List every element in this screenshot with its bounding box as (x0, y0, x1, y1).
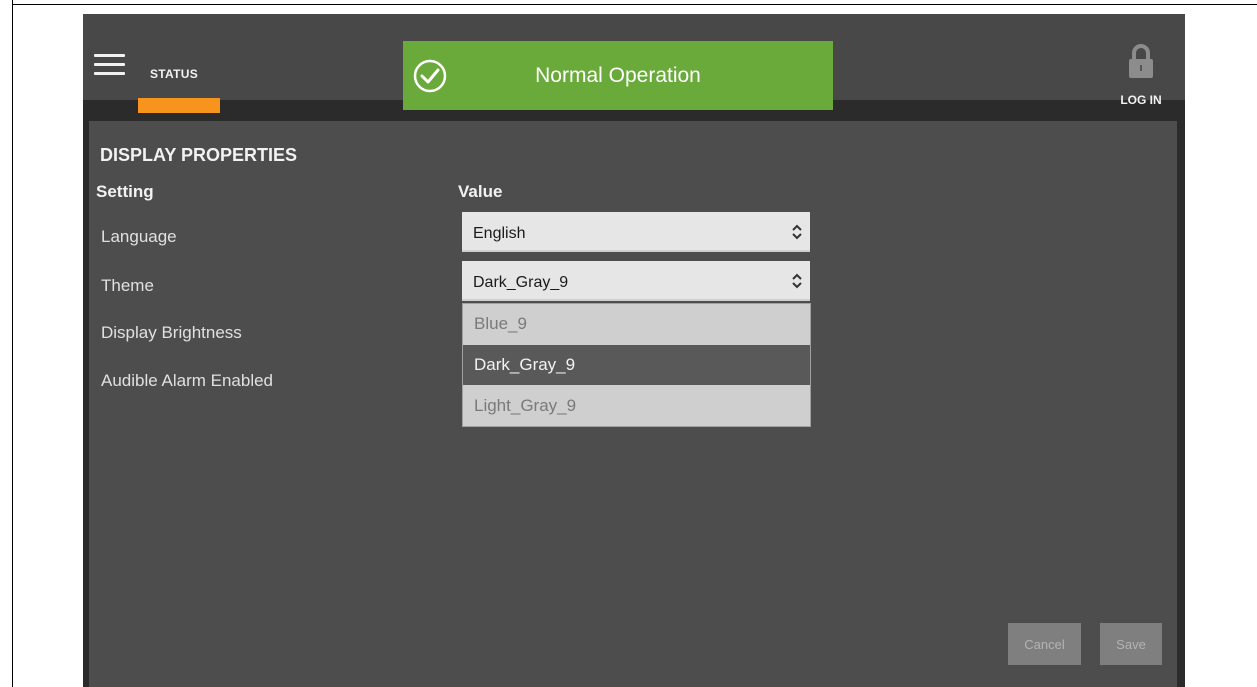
theme-option-light-gray[interactable]: Light_Gray_9 (463, 386, 810, 426)
theme-option-blue[interactable]: Blue_9 (463, 304, 810, 344)
page-title: DISPLAY PROPERTIES (100, 145, 298, 165)
language-select-value: English (473, 225, 526, 242)
frame-top-border (12, 4, 1257, 5)
theme-option-dark-gray[interactable]: Dark_Gray_9 (463, 345, 810, 385)
value-column-header: Value (458, 182, 503, 201)
audible-alarm-label: Audible Alarm Enabled (101, 371, 274, 390)
display-properties-panel: DISPLAY PROPERTIES Setting Value Languag… (89, 121, 1177, 687)
menu-icon[interactable] (94, 54, 125, 76)
cancel-button[interactable]: Cancel (1008, 623, 1081, 665)
select-arrows-icon (792, 224, 802, 240)
login-button[interactable]: LOG IN (1113, 38, 1169, 108)
lock-icon (1129, 44, 1153, 78)
display-brightness-label: Display Brightness (101, 323, 242, 342)
theme-select[interactable]: Dark_Gray_9 (462, 261, 810, 301)
login-label: LOG IN (1120, 93, 1162, 107)
frame-left-border (12, 0, 13, 687)
banner-text: Normal Operation (535, 63, 701, 87)
language-select[interactable]: English (462, 212, 810, 252)
theme-dropdown-list: Blue_9 Dark_Gray_9 Light_Gray_9 (462, 303, 811, 427)
theme-select-value: Dark_Gray_9 (473, 274, 569, 291)
theme-label: Theme (101, 276, 154, 295)
active-tab-indicator (138, 98, 220, 113)
save-button[interactable]: Save (1100, 623, 1162, 665)
device-screen: STATUS Normal Operation LOG IN DISPLAY P… (83, 14, 1185, 687)
language-label: Language (101, 227, 177, 246)
status-banner: Normal Operation (403, 41, 833, 110)
setting-column-header: Setting (96, 182, 154, 201)
select-arrows-icon (792, 273, 802, 289)
nav-status-tab[interactable]: STATUS (150, 67, 198, 81)
